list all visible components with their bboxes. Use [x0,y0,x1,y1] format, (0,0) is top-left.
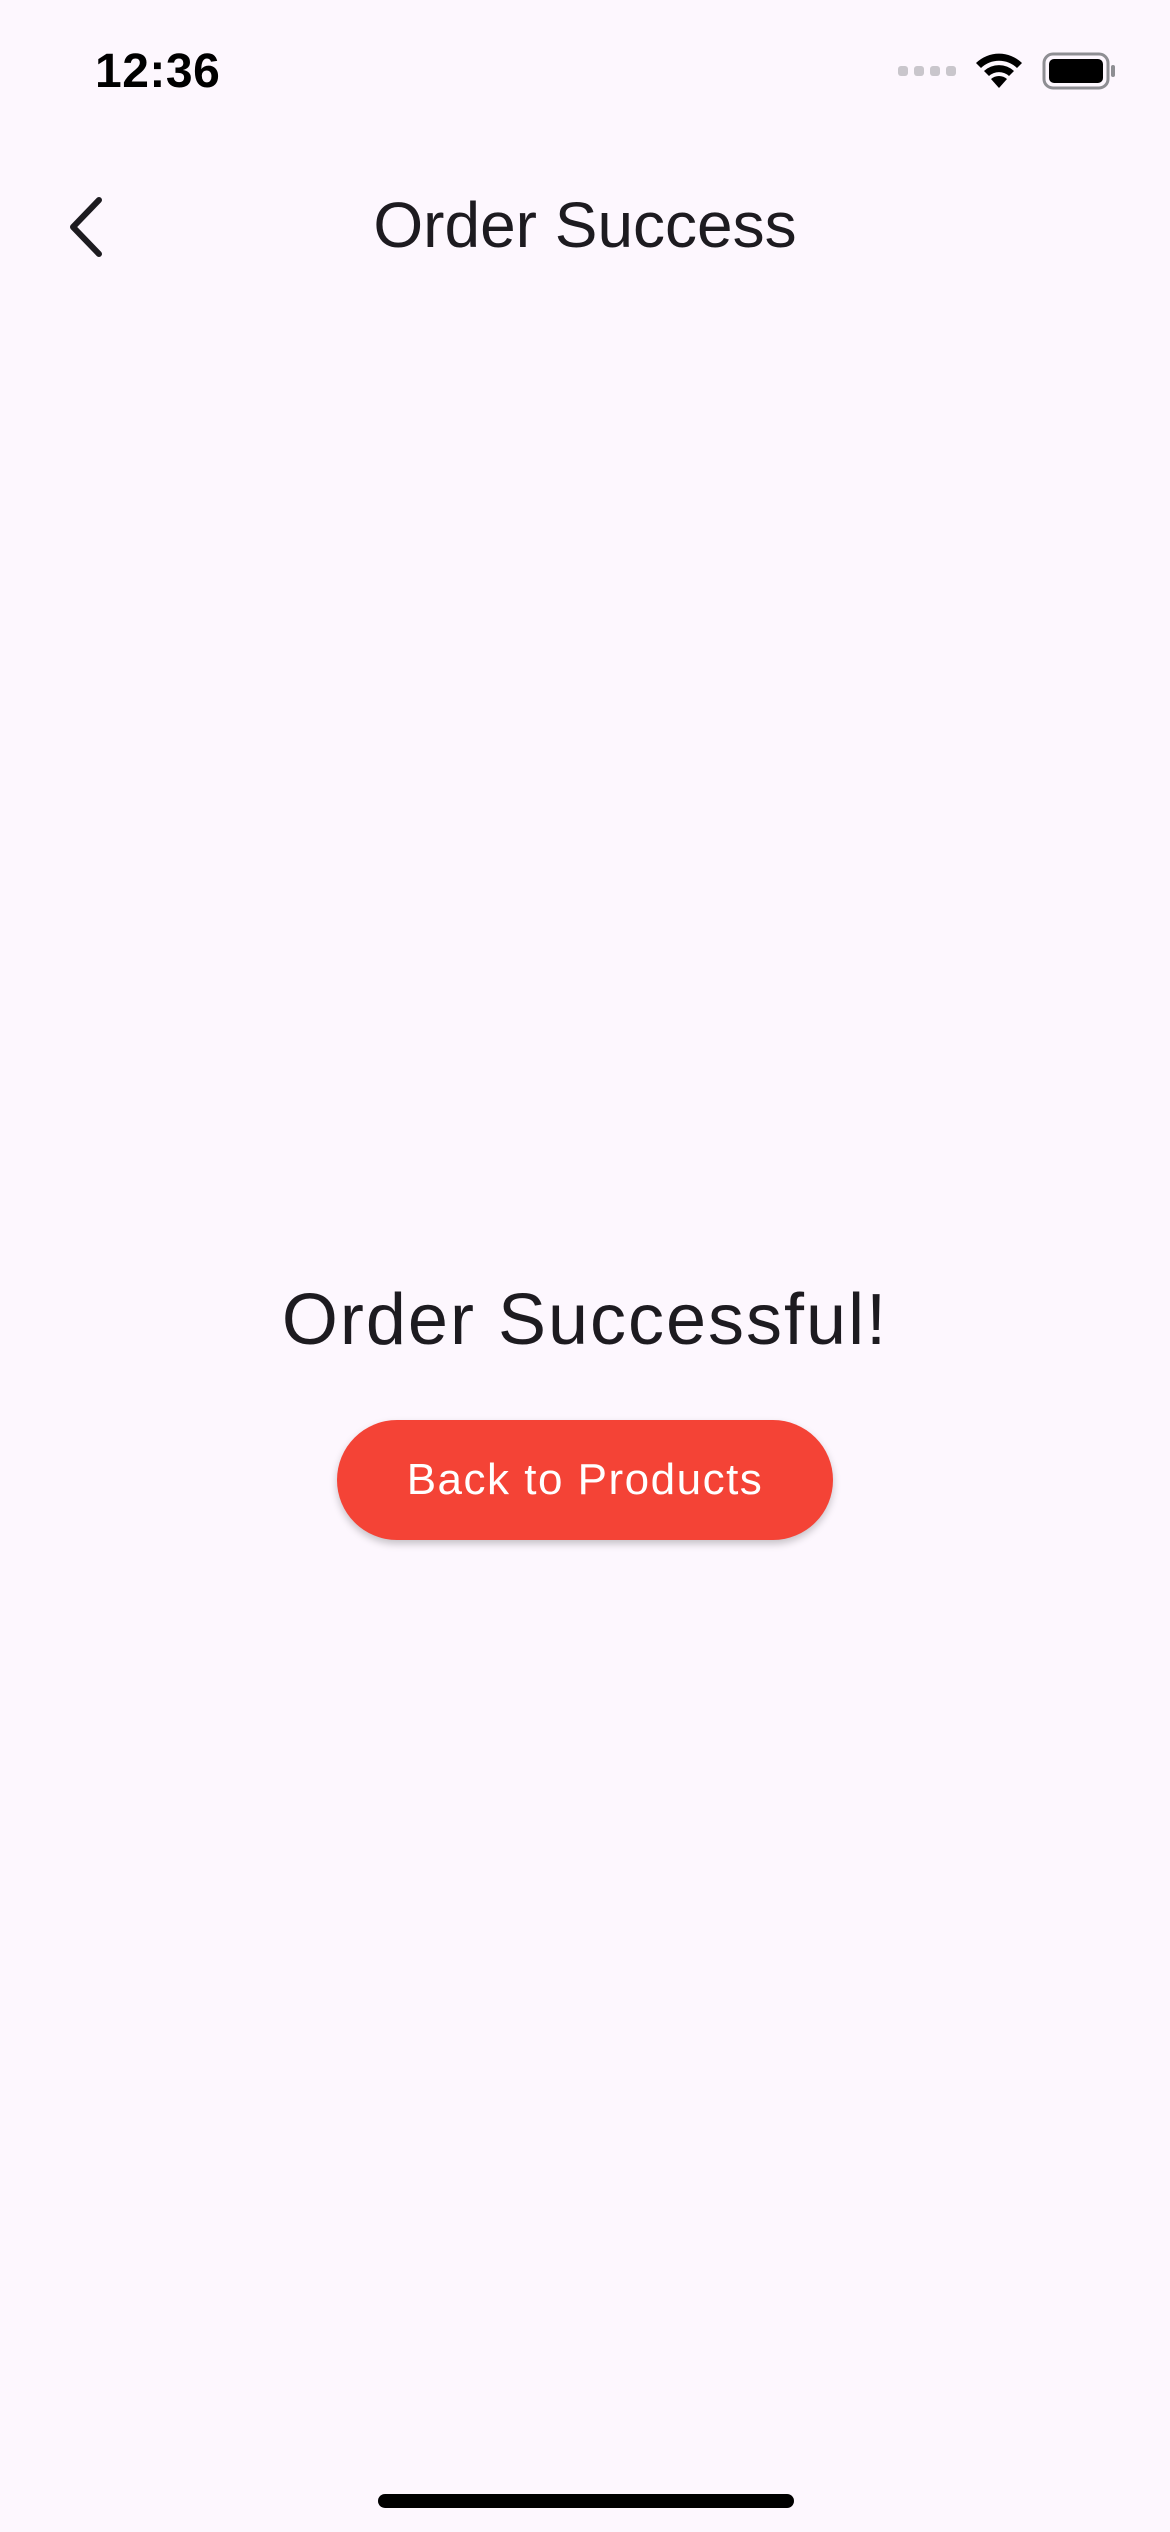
status-icons [898,52,1118,90]
status-time: 12:36 [95,45,221,98]
success-message: Order Successful! [281,1280,889,1360]
app-bar: Order Success [0,160,1170,290]
success-content: Order Successful! Back to Products [0,1270,1170,1540]
page-title: Order Success [373,189,797,261]
home-indicator[interactable] [378,2494,794,2508]
cellular-signal-icon [898,66,956,76]
battery-icon [1042,52,1115,90]
back-to-products-button[interactable]: Back to Products [337,1420,833,1540]
status-bar: 12:36 [0,0,1170,140]
wifi-icon [976,53,1022,88]
